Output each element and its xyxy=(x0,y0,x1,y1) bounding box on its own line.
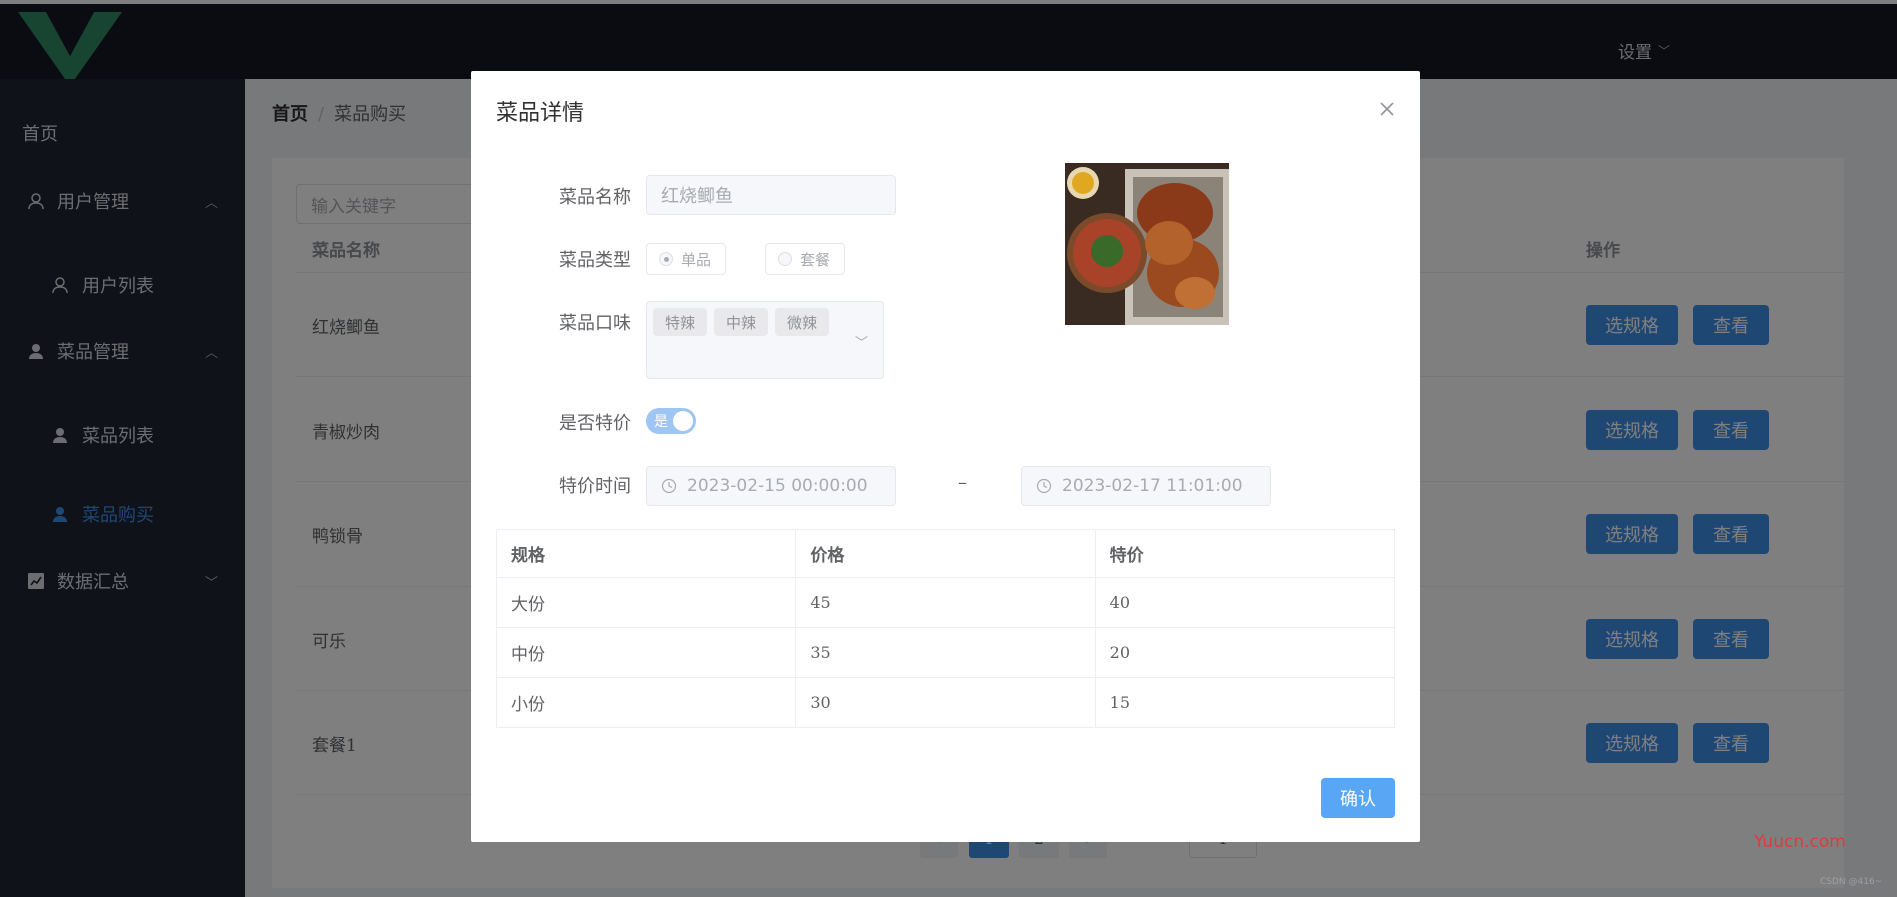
special-price-label: 是否特价 xyxy=(559,413,631,434)
start-time-value: 2023-02-15 00:00:00 xyxy=(687,476,868,496)
special-price-cell: 20 xyxy=(1094,627,1396,678)
spec-cell: 大份 xyxy=(495,577,797,628)
price-cell: 35 xyxy=(795,627,1096,678)
spec-cell: 中份 xyxy=(495,627,797,678)
type-radio-single[interactable]: 单品 xyxy=(646,243,726,275)
dish-type-label: 菜品类型 xyxy=(559,250,631,271)
flavor-multi-select[interactable]: 特辣 中辣 微辣 ﹀ xyxy=(646,301,884,379)
watermark-site: Yuucn.com xyxy=(1754,832,1846,852)
table-row: 大份 45 40 xyxy=(495,577,1396,628)
clock-icon xyxy=(1036,478,1052,494)
special-time-label: 特价时间 xyxy=(559,476,631,497)
chevron-down-icon: ﹀ xyxy=(855,336,869,351)
spec-table: 规格 价格 特价 大份 45 40 中份 35 20 小份 30 15 xyxy=(495,529,1396,728)
end-time-value: 2023-02-17 11:01:00 xyxy=(1062,476,1243,496)
column-header-price: 价格 xyxy=(795,529,1096,578)
special-price-cell: 15 xyxy=(1094,677,1396,728)
radio-label: 套餐 xyxy=(800,250,831,269)
flavor-tag: 微辣 xyxy=(775,308,830,336)
confirm-button[interactable]: 确认 xyxy=(1321,778,1395,818)
switch-knob xyxy=(673,411,693,431)
special-price-cell: 40 xyxy=(1094,577,1396,628)
radio-label: 单品 xyxy=(681,250,712,269)
column-header-special-price: 特价 xyxy=(1094,529,1396,578)
dish-photo xyxy=(1065,163,1229,325)
dish-detail-dialog: 菜品详情 菜品名称 红烧鲫鱼 菜品类型 单品 套餐 菜品口味 特辣 中辣 微辣 … xyxy=(471,71,1420,842)
dish-flavor-label: 菜品口味 xyxy=(559,313,631,334)
table-header-row: 规格 价格 特价 xyxy=(495,529,1396,578)
dish-name-input[interactable]: 红烧鲫鱼 xyxy=(646,175,896,215)
close-icon[interactable] xyxy=(1377,99,1397,119)
radio-unchecked-icon xyxy=(778,252,792,266)
flavor-tag: 中辣 xyxy=(714,308,769,336)
special-price-switch[interactable]: 是 xyxy=(646,408,696,434)
dialog-title: 菜品详情 xyxy=(496,101,585,126)
radio-checked-icon xyxy=(659,252,673,266)
start-time-picker[interactable]: 2023-02-15 00:00:00 xyxy=(646,466,896,506)
column-header-spec: 规格 xyxy=(495,529,797,578)
spec-cell: 小份 xyxy=(495,677,797,728)
time-range-separator: – xyxy=(958,472,967,493)
end-time-picker[interactable]: 2023-02-17 11:01:00 xyxy=(1021,466,1271,506)
flavor-tag: 特辣 xyxy=(653,308,708,336)
dish-name-label: 菜品名称 xyxy=(559,187,631,208)
table-row: 小份 30 15 xyxy=(495,677,1396,728)
price-cell: 30 xyxy=(795,677,1096,728)
watermark-source: CSDN @416~ xyxy=(1820,877,1883,887)
type-radio-combo[interactable]: 套餐 xyxy=(765,243,845,275)
clock-icon xyxy=(661,478,677,494)
switch-text: 是 xyxy=(654,414,668,430)
table-row: 中份 35 20 xyxy=(495,627,1396,678)
price-cell: 45 xyxy=(795,577,1096,628)
